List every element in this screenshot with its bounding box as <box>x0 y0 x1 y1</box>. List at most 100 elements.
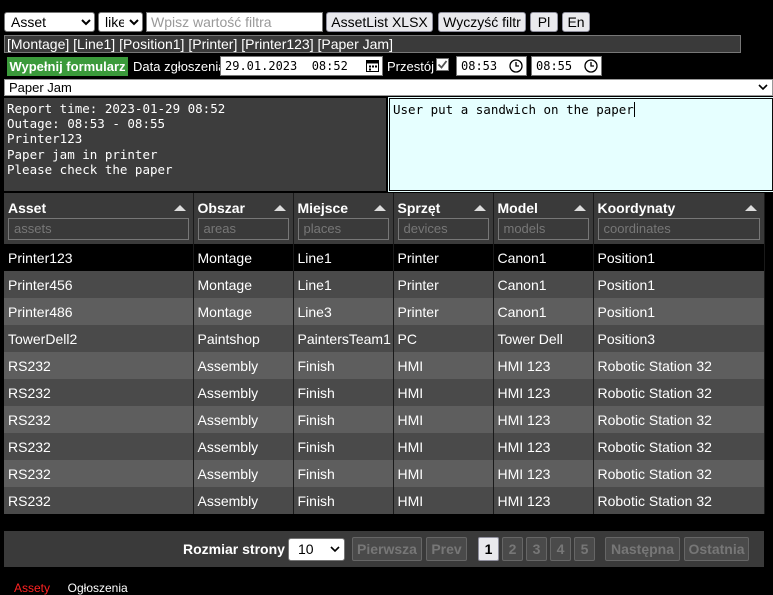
cell: Printer123 <box>4 244 194 271</box>
sort-arrow-icon[interactable] <box>744 205 757 211</box>
date-label: Data zgłoszenia <box>133 59 226 74</box>
table-row[interactable]: RS232 Assembly Finish HMI HMI 123 Robotic Sta… <box>4 406 765 433</box>
col-device-label: Sprzęt <box>397 200 441 216</box>
cell: RS232 <box>4 352 194 379</box>
table-row[interactable]: RS232 Assembly Finish HMI HMI 123 Robotic Sta… <box>4 460 765 487</box>
outage-checkbox[interactable] <box>436 58 449 71</box>
cell: RS232 <box>4 433 194 460</box>
asset-table: Asset assets Obszar areas Miejsce places Sp… <box>4 193 765 514</box>
cell: Line3 <box>293 298 394 325</box>
table-row[interactable]: TowerDell2 Paintshop PaintersTeam1 PC Tower … <box>4 325 765 352</box>
prev-page-button[interactable]: Prev <box>426 537 467 561</box>
sort-arrow-icon[interactable] <box>173 205 186 211</box>
announcements-link[interactable]: Ogłoszenia <box>68 581 128 595</box>
sort-arrow-icon[interactable] <box>273 205 286 211</box>
clock-icon[interactable] <box>584 59 598 78</box>
outage-label: Przestój <box>387 59 434 74</box>
page-size-label: Rozmiar strony <box>183 541 285 557</box>
cell: Finish <box>293 460 394 487</box>
sort-arrow-icon[interactable] <box>473 205 486 211</box>
outage-to-value: 08:55 <box>536 59 573 73</box>
cell: HMI 123 <box>493 406 594 433</box>
col-asset[interactable]: Asset assets <box>4 193 194 244</box>
report-line: Please check the paper <box>7 161 173 177</box>
fill-form-button[interactable]: Wypełnij formularz <box>7 57 128 76</box>
col-model[interactable]: Model models <box>493 193 594 244</box>
cell: Assembly <box>193 433 294 460</box>
operator-select[interactable]: like <box>98 12 143 32</box>
outage-to-input[interactable]: 08:55 <box>531 56 602 76</box>
table-row[interactable]: RS232 Assembly Finish HMI HMI 123 Robotic Sta… <box>4 352 765 379</box>
note-textarea[interactable]: User put a sandwich on the paper​ <box>388 97 773 192</box>
cell: Robotic Station 32 <box>593 406 765 433</box>
pagination-bar: Rozmiar strony 10 Pierwsza Prev 1 2 3 4 … <box>4 531 764 567</box>
field-select[interactable]: Asset <box>4 12 95 32</box>
calendar-icon[interactable] <box>366 59 379 77</box>
page-size-value: 10 <box>298 541 314 557</box>
cell: Paintshop <box>193 325 294 352</box>
lang-pl-button[interactable]: Pl <box>530 12 558 32</box>
model-filter-input[interactable]: models <box>497 218 589 240</box>
last-page-button[interactable]: Ostatnia <box>684 537 749 561</box>
cell: RS232 <box>4 406 194 433</box>
cell: Tower Dell <box>493 325 594 352</box>
table-row[interactable]: Printer486 Montage Line3 Printer Canon1 Posit… <box>4 298 765 325</box>
first-page-button[interactable]: Pierwsza <box>352 537 422 561</box>
page-size-select[interactable]: 10 <box>288 538 345 561</box>
cell: PaintersTeam1 <box>293 325 394 352</box>
selected-tags: [Montage] [Line1] [Position1] [Printer] … <box>4 35 741 53</box>
cell: Montage <box>193 244 294 271</box>
clear-filter-button[interactable]: Wyczyść filtr <box>438 12 526 32</box>
cell: HMI <box>393 379 494 406</box>
cell: Assembly <box>193 460 294 487</box>
page-5-button[interactable]: 5 <box>574 537 595 561</box>
cell: RS232 <box>4 487 194 514</box>
table-row[interactable]: RS232 Assembly Finish HMI HMI 123 Robotic Sta… <box>4 379 765 406</box>
cell: Assembly <box>193 487 294 514</box>
device-filter-input[interactable]: devices <box>397 218 489 240</box>
table-row[interactable]: Printer123 Montage Line1 Printer Canon1 Posit… <box>4 244 765 271</box>
coordinates-filter-input[interactable]: coordinates <box>597 218 760 240</box>
col-coordinates[interactable]: Koordynaty coordinates <box>593 193 765 244</box>
table-header-row: Asset assets Obszar areas Miejsce places Sp… <box>4 193 765 244</box>
page-1-button[interactable]: 1 <box>478 537 499 561</box>
filter-value-input[interactable]: Wpisz wartość filtra <box>146 12 323 32</box>
export-xlsx-button[interactable]: AssetList XLSX <box>326 12 433 32</box>
sort-arrow-icon[interactable] <box>373 205 386 211</box>
col-place[interactable]: Miejsce places <box>293 193 394 244</box>
report-summary: Report time: 2023-01-29 08:52 Outage: 08:… <box>4 98 386 191</box>
area-filter-input[interactable]: areas <box>197 218 289 240</box>
page-3-button[interactable]: 3 <box>526 537 547 561</box>
col-area[interactable]: Obszar areas <box>193 193 294 244</box>
cell: Line1 <box>293 271 394 298</box>
clock-icon[interactable] <box>509 59 523 78</box>
report-datetime-input[interactable]: 29.01.2023 08:52 <box>220 56 383 76</box>
table-row[interactable]: Printer456 Montage Line1 Printer Canon1 Posit… <box>4 271 765 298</box>
page-4-button[interactable]: 4 <box>550 537 571 561</box>
col-device[interactable]: Sprzęt devices <box>393 193 494 244</box>
issue-type-select[interactable]: Paper Jam <box>4 79 773 96</box>
outage-from-input[interactable]: 08:53 <box>456 56 527 76</box>
report-line: Paper jam in printer <box>7 146 158 162</box>
sort-arrow-icon[interactable] <box>573 205 586 211</box>
note-text: User put a sandwich on the paper <box>393 102 634 117</box>
col-area-label: Obszar <box>197 200 245 216</box>
cell: Robotic Station 32 <box>593 487 765 514</box>
cell: Assembly <box>193 352 294 379</box>
place-filter-input[interactable]: places <box>297 218 389 240</box>
next-page-button[interactable]: Następna <box>605 537 680 561</box>
chevron-down-icon <box>758 80 768 97</box>
cell: Robotic Station 32 <box>593 379 765 406</box>
page-2-button[interactable]: 2 <box>502 537 523 561</box>
table-row[interactable]: RS232 Assembly Finish HMI HMI 123 Robotic Sta… <box>4 433 765 460</box>
cell: Printer486 <box>4 298 194 325</box>
report-line: Outage: 08:53 - 08:55 <box>7 116 166 132</box>
cell: Canon1 <box>493 298 594 325</box>
report-line: Report time: 2023-01-29 08:52 <box>7 101 226 116</box>
table-row[interactable]: RS232 Assembly Finish HMI HMI 123 Robotic Sta… <box>4 487 765 514</box>
cell: Robotic Station 32 <box>593 433 765 460</box>
assets-link[interactable]: Assety <box>14 581 50 595</box>
asset-filter-input[interactable]: assets <box>8 218 189 240</box>
issue-type-value: Paper Jam <box>9 80 72 95</box>
lang-en-button[interactable]: En <box>562 12 590 32</box>
